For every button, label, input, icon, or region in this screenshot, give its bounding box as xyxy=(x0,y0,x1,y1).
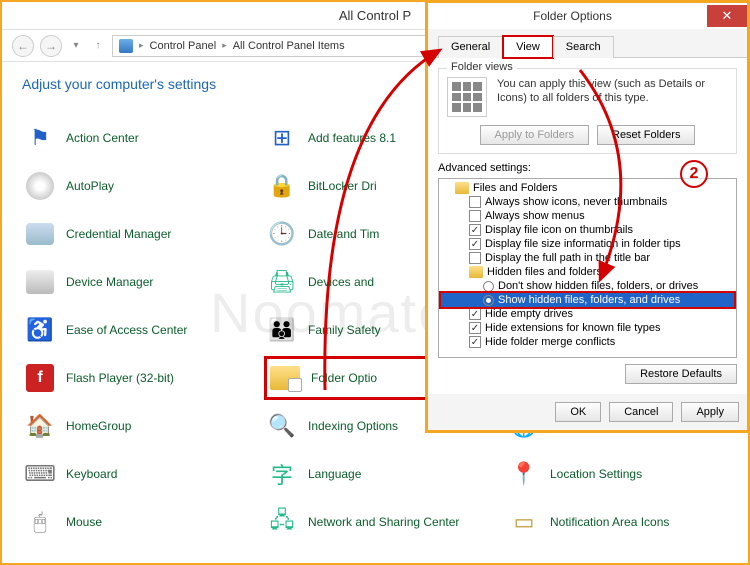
advanced-settings-tree[interactable]: Files and Folders Always show icons, nev… xyxy=(438,178,737,358)
fo-tabs: General View Search xyxy=(428,29,747,58)
tree-item[interactable]: Always show menus xyxy=(441,209,734,223)
disc-icon xyxy=(24,170,56,202)
group-label: Folder views xyxy=(447,61,517,73)
cp-icon xyxy=(119,39,133,53)
close-button[interactable]: ✕ xyxy=(707,5,747,27)
mouse-icon: 🖱 xyxy=(24,506,56,538)
cp-item-mouse[interactable]: 🖱Mouse xyxy=(22,500,244,544)
keyboard-icon: ⌨ xyxy=(24,458,56,490)
cp-item-language[interactable]: 字Language xyxy=(264,452,486,496)
folder-views-text: You can apply this view (such as Details… xyxy=(497,77,728,117)
apply-button[interactable]: Apply xyxy=(681,402,739,422)
cp-item-network-sharing[interactable]: 🖧Network and Sharing Center xyxy=(264,500,486,544)
fo-title: Folder Options xyxy=(438,9,707,23)
folder-views-group: Folder views You can apply this view (su… xyxy=(438,68,737,154)
vault-icon xyxy=(24,218,56,250)
checkbox[interactable] xyxy=(469,210,481,222)
tree-hidden-files: Hidden files and folders xyxy=(441,265,734,279)
checkbox[interactable]: ✓ xyxy=(469,224,481,236)
dialog-buttons: OK Cancel Apply xyxy=(428,394,747,430)
tree-item[interactable]: Display the full path in the title bar xyxy=(441,251,734,265)
cp-item-location-settings[interactable]: 📍Location Settings xyxy=(506,452,728,496)
up-button[interactable]: ↑ xyxy=(90,38,106,54)
checkbox[interactable]: ✓ xyxy=(469,238,481,250)
tree-item[interactable]: ✓Hide extensions for known file types xyxy=(441,321,734,335)
checkbox[interactable] xyxy=(469,196,481,208)
search-icon: 🔍 xyxy=(266,410,298,442)
cp-item-credential-manager[interactable]: Credential Manager xyxy=(22,212,244,256)
network-icon: 🖧 xyxy=(266,506,298,538)
apply-to-folders-button[interactable]: Apply to Folders xyxy=(480,125,589,145)
family-icon: 👪 xyxy=(266,314,298,346)
tree-item[interactable]: ✓Hide folder merge conflicts xyxy=(441,335,734,349)
folder-icon xyxy=(469,266,483,278)
cp-item-notification-area[interactable]: ▭Notification Area Icons xyxy=(506,500,728,544)
tab-search[interactable]: Search xyxy=(553,36,614,58)
flag-icon: ⚑ xyxy=(24,122,56,154)
radio[interactable] xyxy=(483,281,494,292)
checkbox[interactable]: ✓ xyxy=(469,336,481,348)
cp-item-flash-player[interactable]: fFlash Player (32-bit) xyxy=(22,356,244,400)
restore-defaults-button[interactable]: Restore Defaults xyxy=(625,364,737,384)
view-preview-icon xyxy=(447,77,487,117)
cp-item-homegroup[interactable]: 🏠HomeGroup xyxy=(22,404,244,448)
folder-icon xyxy=(455,182,469,194)
homegroup-icon: 🏠 xyxy=(24,410,56,442)
tree-item[interactable]: ✓Display file size information in folder… xyxy=(441,237,734,251)
flash-icon: f xyxy=(24,362,56,394)
fo-titlebar: Folder Options ✕ xyxy=(428,3,747,29)
folder-icon xyxy=(269,362,301,394)
fo-content: Folder views You can apply this view (su… xyxy=(428,58,747,394)
cp-item-autoplay[interactable]: AutoPlay xyxy=(22,164,244,208)
location-icon: 📍 xyxy=(508,458,540,490)
radio-show-hidden[interactable]: Show hidden files, folders, and drives xyxy=(441,293,734,307)
device-icon xyxy=(24,266,56,298)
cp-item-action-center[interactable]: ⚑Action Center xyxy=(22,116,244,160)
tab-general[interactable]: General xyxy=(438,36,503,58)
lock-icon: 🔒 xyxy=(266,170,298,202)
tree-item[interactable]: ✓Hide empty drives xyxy=(441,307,734,321)
tree-item[interactable]: ✓Display file icon on thumbnails xyxy=(441,223,734,237)
radio-dont-show-hidden[interactable]: Don't show hidden files, folders, or dri… xyxy=(441,279,734,293)
windows-icon: ⊞ xyxy=(266,122,298,154)
folder-options-dialog: Folder Options ✕ General View Search Fol… xyxy=(425,0,750,433)
checkbox[interactable]: ✓ xyxy=(469,322,481,334)
printer-icon: 🖨 xyxy=(266,266,298,298)
tab-view[interactable]: View xyxy=(503,36,553,58)
chevron-right-icon: ▸ xyxy=(139,40,144,51)
ok-button[interactable]: OK xyxy=(555,402,601,422)
tray-icon: ▭ xyxy=(508,506,540,538)
radio[interactable] xyxy=(483,295,494,306)
back-button[interactable]: ← xyxy=(12,35,34,57)
cp-item-keyboard[interactable]: ⌨Keyboard xyxy=(22,452,244,496)
callout-step-2: 2 xyxy=(680,160,708,188)
checkbox[interactable] xyxy=(469,252,481,264)
clock-icon: 🕒 xyxy=(266,218,298,250)
cp-item-device-manager[interactable]: Device Manager xyxy=(22,260,244,304)
language-icon: 字 xyxy=(266,458,298,490)
forward-button[interactable]: → xyxy=(40,35,62,57)
cancel-button[interactable]: Cancel xyxy=(609,402,673,422)
breadcrumb[interactable]: All Control Panel Items xyxy=(233,40,345,52)
reset-folders-button[interactable]: Reset Folders xyxy=(597,125,695,145)
accessibility-icon: ♿ xyxy=(24,314,56,346)
breadcrumb[interactable]: Control Panel xyxy=(150,40,217,52)
cp-item-ease-of-access[interactable]: ♿Ease of Access Center xyxy=(22,308,244,352)
history-dropdown[interactable]: ▾ xyxy=(68,38,84,54)
tree-item[interactable]: Always show icons, never thumbnails xyxy=(441,195,734,209)
chevron-right-icon: ▸ xyxy=(222,40,227,51)
checkbox[interactable]: ✓ xyxy=(469,308,481,320)
